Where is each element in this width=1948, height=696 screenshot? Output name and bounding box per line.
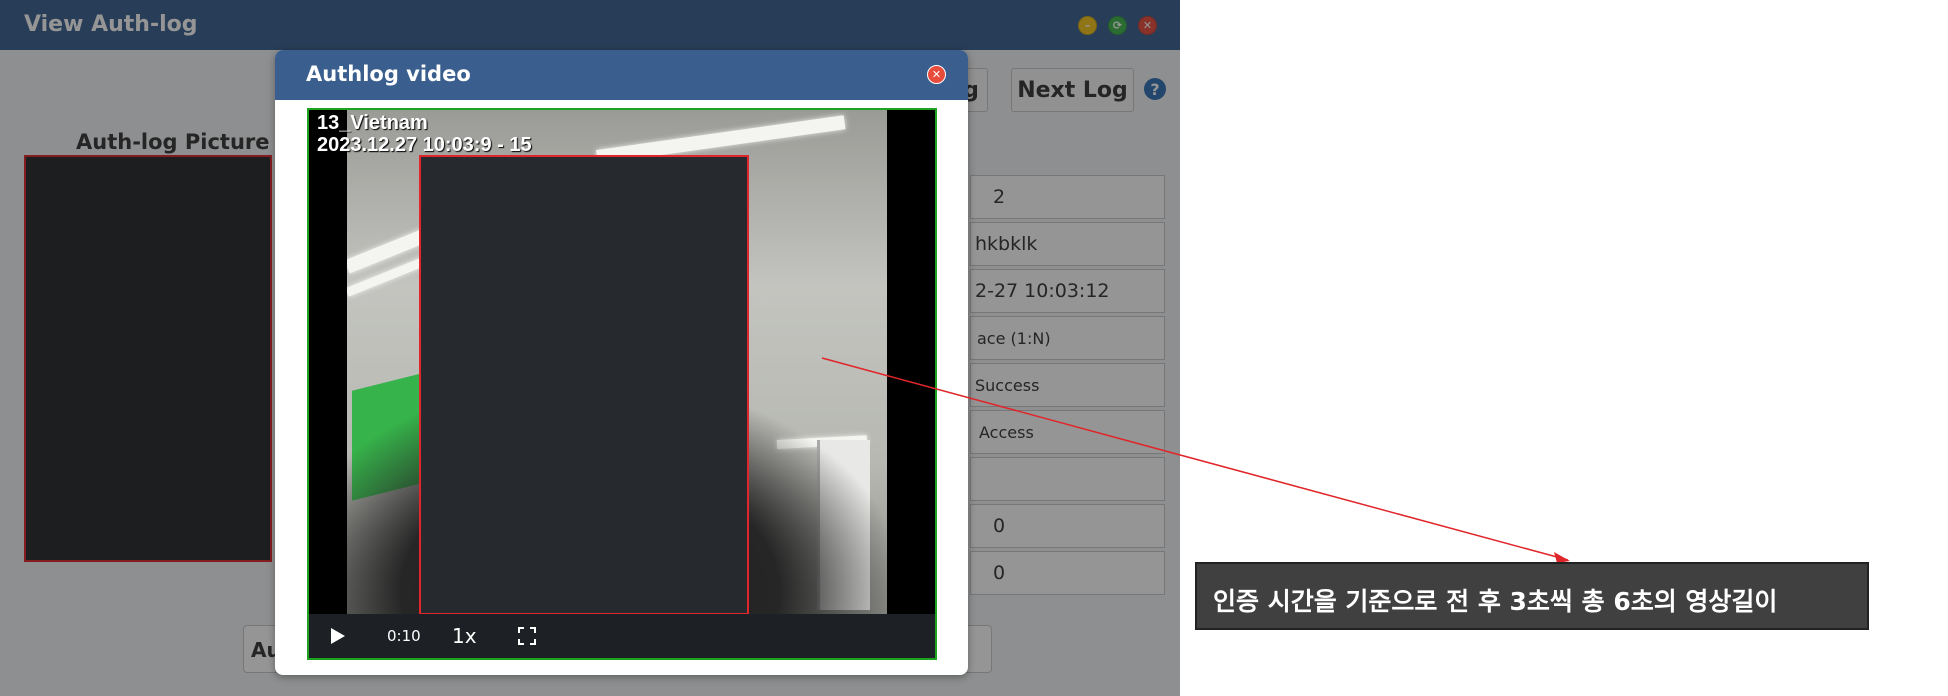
- video-controls-bar: 0:10 1x: [309, 614, 935, 658]
- video-player[interactable]: 13_Vietnam 2023.12.27 10:03:9 - 15 0:10 …: [307, 108, 937, 660]
- fullscreen-icon[interactable]: [517, 626, 537, 646]
- modal-title: Authlog video: [306, 62, 471, 86]
- modal-close-button[interactable]: ✕: [927, 65, 946, 84]
- modal-header: Authlog video ✕: [275, 50, 968, 100]
- playback-speed-button[interactable]: 1x: [452, 624, 477, 648]
- face-redaction-box: [419, 155, 749, 614]
- annotation-text: 인증 시간을 기준으로 전 후 3초씩 총 6초의 영상길이: [1213, 587, 1778, 616]
- video-frame-image: 13_Vietnam 2023.12.27 10:03:9 - 15: [309, 110, 935, 614]
- video-caption-timerange: 2023.12.27 10:03:9 - 15: [317, 134, 532, 156]
- video-time: 0:10: [387, 627, 421, 645]
- play-icon[interactable]: [325, 624, 349, 648]
- annotation-callout: 인증 시간을 기준으로 전 후 3초씩 총 6초의 영상길이: [1195, 562, 1869, 630]
- video-caption-location: 13_Vietnam: [317, 112, 428, 134]
- close-icon: ✕: [931, 68, 942, 81]
- authlog-video-modal: Authlog video ✕ 13_Vietnam 2023.12.27 10…: [275, 50, 968, 675]
